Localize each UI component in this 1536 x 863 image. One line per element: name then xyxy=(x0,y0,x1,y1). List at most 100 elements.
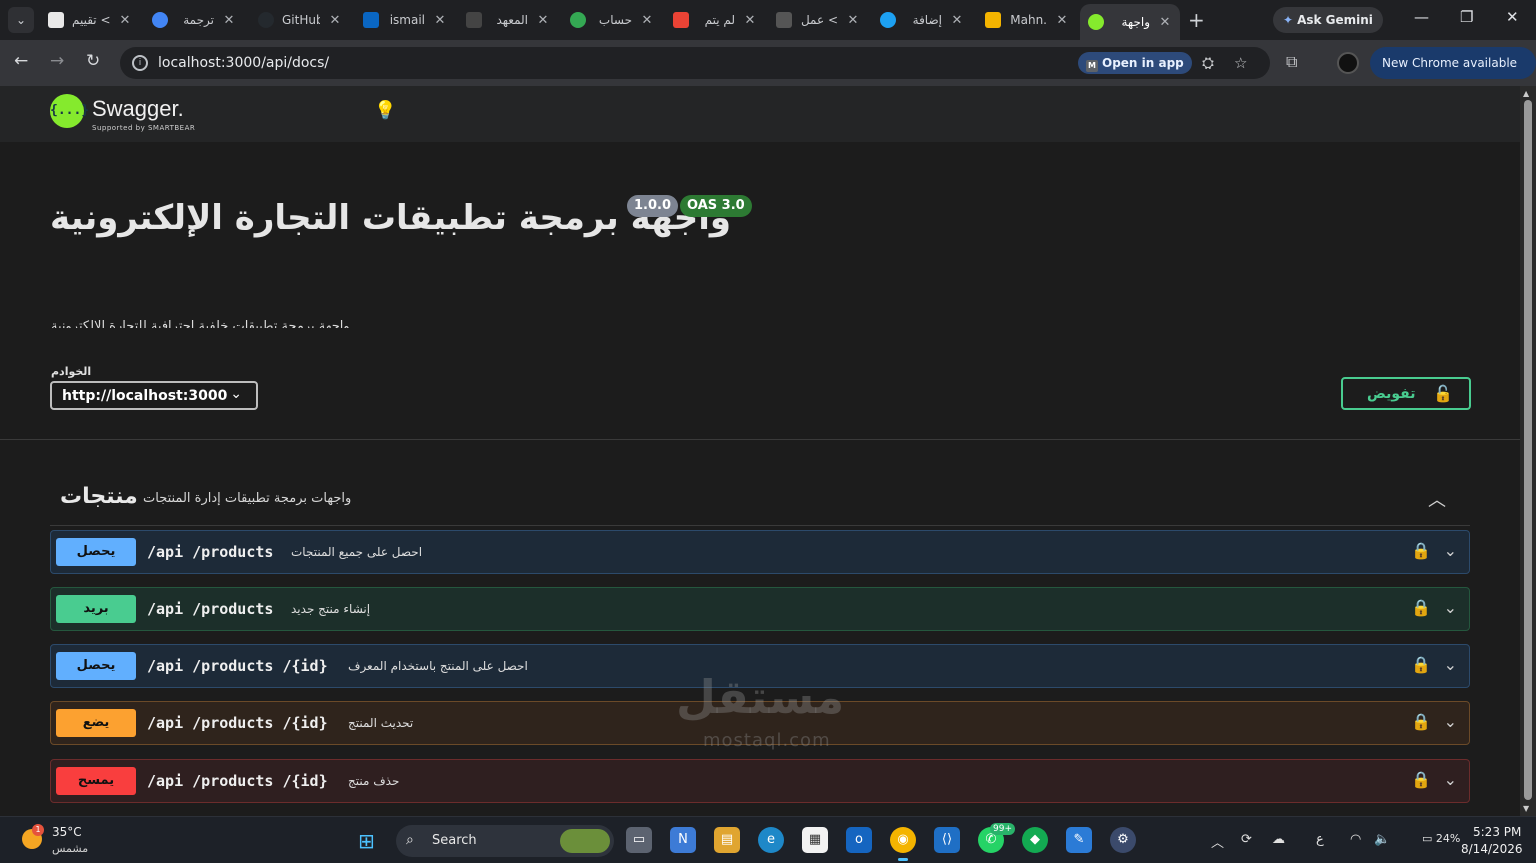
chevron-up-icon[interactable]: ︿ xyxy=(1428,486,1446,512)
task-view-icon[interactable]: ▭ xyxy=(626,827,652,853)
browser-tab[interactable]: المعهد ✕ xyxy=(458,5,558,35)
chatgpt-icon xyxy=(48,12,64,28)
paint-icon[interactable]: ✎ xyxy=(1066,827,1092,853)
swagger-logo-icon[interactable]: {...} xyxy=(50,94,89,128)
tab-close-icon[interactable]: ✕ xyxy=(743,13,757,28)
operation-summary: حذف منتج xyxy=(348,774,400,788)
tab-close-icon[interactable]: ✕ xyxy=(846,13,860,28)
operation-post-products[interactable]: بريد /api /products إنشاء منتج جديد 🔒 ⌄ xyxy=(50,587,1470,631)
browser-tab[interactable]: GitHub ✕ xyxy=(250,5,350,35)
browser-tab-active[interactable]: واجهة ✕ xyxy=(1080,4,1180,40)
edge-browser-icon[interactable]: e xyxy=(758,827,784,853)
reload-button[interactable]: ↻ xyxy=(86,51,100,71)
browser-tab[interactable]: لم يتم ✕ xyxy=(665,5,765,35)
operation-get-products[interactable]: يحصل /api /products احصل على جميع المنتج… xyxy=(50,530,1470,574)
chevron-down-icon[interactable]: ⌄ xyxy=(1444,770,1457,789)
address-bar[interactable]: i localhost:3000/api/docs/ M Open in app … xyxy=(120,47,1270,79)
taskbar-search[interactable]: ⌕ Search xyxy=(396,825,614,857)
tab-close-icon[interactable]: ✕ xyxy=(222,13,236,28)
app-settings-icon[interactable]: ⚙ xyxy=(1110,827,1136,853)
browser-tab[interactable]: تقييم < ✕ xyxy=(40,5,140,35)
servers-label: الخوادم xyxy=(51,365,92,378)
browser-tab[interactable]: ismail ✕ xyxy=(355,5,455,35)
mongodb-compass-icon[interactable]: ◆ xyxy=(1022,827,1048,853)
file-explorer-icon[interactable]: ▤ xyxy=(714,827,740,853)
browser-tab[interactable]: ترجمة ✕ xyxy=(144,5,244,35)
chevron-down-icon[interactable]: ⌄ xyxy=(1444,655,1457,674)
server-value: http://localhost:3000 xyxy=(62,388,228,404)
lock-icon[interactable]: 🔒 xyxy=(1411,712,1431,731)
minimize-button[interactable]: — xyxy=(1414,8,1429,26)
store-icon[interactable]: ▦ xyxy=(802,827,828,853)
translate-icon[interactable]: ⛭ xyxy=(1202,54,1214,72)
bookmark-star-icon[interactable]: ☆ xyxy=(1234,54,1247,72)
tab-close-icon[interactable]: ✕ xyxy=(536,13,550,28)
vscode-icon[interactable]: ⟨⟩ xyxy=(934,827,960,853)
page-scrollbar[interactable]: ▲ ▼ xyxy=(1520,86,1536,816)
windows-start-icon[interactable]: ⊞ xyxy=(358,829,375,853)
browser-tab[interactable]: حساب ✕ xyxy=(562,5,662,35)
operation-summary: تحديث المنتج xyxy=(348,716,414,730)
battery-indicator[interactable]: ▭ 24% xyxy=(1422,832,1460,845)
forward-button[interactable]: → xyxy=(50,51,64,71)
news-app-icon[interactable]: N xyxy=(670,827,696,853)
url-text[interactable]: localhost:3000/api/docs/ xyxy=(158,55,329,71)
clock-time[interactable]: 5:23 PM xyxy=(1473,825,1521,839)
browser-tab[interactable]: إضافة ✕ xyxy=(872,5,972,35)
tab-search-button[interactable]: ⌄ xyxy=(8,7,34,33)
chevron-down-icon[interactable]: ⌄ xyxy=(1444,712,1457,731)
lock-icon[interactable]: 🔒 xyxy=(1411,541,1431,560)
back-button[interactable]: ← xyxy=(14,51,28,71)
volume-icon[interactable]: 🔈 xyxy=(1374,832,1390,847)
scroll-down-arrow-icon[interactable]: ▼ xyxy=(1523,804,1529,813)
maximize-button[interactable]: ❐ xyxy=(1460,8,1473,26)
weather-temperature[interactable]: 35°C xyxy=(52,825,82,839)
servers-section: الخوادم http://localhost:3000 ⌄ تفويض 🔓 xyxy=(0,328,1520,440)
google-icon xyxy=(152,12,168,28)
wifi-icon[interactable]: ◠ xyxy=(1350,832,1361,847)
tab-close-icon[interactable]: ✕ xyxy=(950,13,964,28)
chrome-icon[interactable]: ◉ xyxy=(890,827,916,861)
browser-tab[interactable]: عمل < ✕ xyxy=(768,5,868,35)
tag-products-header[interactable]: منتجات واجهات برمجة تطبيقات إدارة المنتج… xyxy=(50,476,1470,526)
method-badge-delete: يمسح xyxy=(56,767,136,795)
weather-badge: 1 xyxy=(32,824,44,836)
tab-close-icon[interactable]: ✕ xyxy=(433,13,447,28)
lock-icon[interactable]: 🔒 xyxy=(1411,770,1431,789)
extensions-icon[interactable]: ⧉ xyxy=(1286,52,1297,72)
tab-close-icon[interactable]: ✕ xyxy=(118,13,132,28)
profile-avatar[interactable] xyxy=(1337,52,1359,74)
onedrive-cloud-icon[interactable]: ☁ xyxy=(1272,832,1285,847)
tab-close-icon[interactable]: ✕ xyxy=(640,13,654,28)
language-indicator[interactable]: ع xyxy=(1316,832,1324,847)
show-hidden-icons-chevron-icon[interactable]: ︿ xyxy=(1211,832,1224,851)
operation-delete-product[interactable]: يمسح /api /products /{id} حذف منتج 🔒 ⌄ xyxy=(50,759,1470,803)
chevron-down-icon[interactable]: ⌄ xyxy=(1444,541,1457,560)
site-info-icon[interactable]: i xyxy=(132,55,148,71)
lock-icon[interactable]: 🔒 xyxy=(1411,655,1431,674)
browser-tab[interactable]: Mahn. ✕ xyxy=(977,5,1077,35)
outlook-icon[interactable]: o xyxy=(846,827,872,853)
smartbear-tagline: Supported by SMARTBEAR xyxy=(92,124,196,132)
weather-condition[interactable]: مشمس xyxy=(52,842,88,855)
authorize-button[interactable]: تفويض 🔓 xyxy=(1341,377,1471,410)
clock-date[interactable]: 8/14/2026 xyxy=(1461,842,1523,856)
ask-gemini-button[interactable]: ✦ Ask Gemini xyxy=(1273,7,1383,33)
tag-name: منتجات xyxy=(60,484,138,509)
theme-toggle-lightbulb-icon[interactable]: 💡 xyxy=(374,100,396,121)
sync-icon[interactable]: ⟳ xyxy=(1241,832,1252,847)
tab-close-icon[interactable]: ✕ xyxy=(1158,15,1172,30)
tab-close-icon[interactable]: ✕ xyxy=(1055,13,1069,28)
new-chrome-available-button[interactable]: New Chrome available ⋮ xyxy=(1370,47,1536,102)
watermark-arabic: مستقل xyxy=(676,670,845,724)
battery-icon: ▭ xyxy=(1422,832,1436,845)
tab-close-icon[interactable]: ✕ xyxy=(328,13,342,28)
scroll-up-arrow-icon[interactable]: ▲ xyxy=(1523,89,1529,98)
new-tab-button[interactable]: + xyxy=(1188,8,1205,32)
close-window-button[interactable]: ✕ xyxy=(1506,8,1519,26)
servers-select[interactable]: http://localhost:3000 ⌄ xyxy=(50,381,258,410)
chevron-down-icon[interactable]: ⌄ xyxy=(1444,598,1457,617)
scrollbar-thumb[interactable] xyxy=(1524,100,1532,800)
open-in-app-button[interactable]: M Open in app xyxy=(1078,52,1192,74)
lock-icon[interactable]: 🔒 xyxy=(1411,598,1431,617)
